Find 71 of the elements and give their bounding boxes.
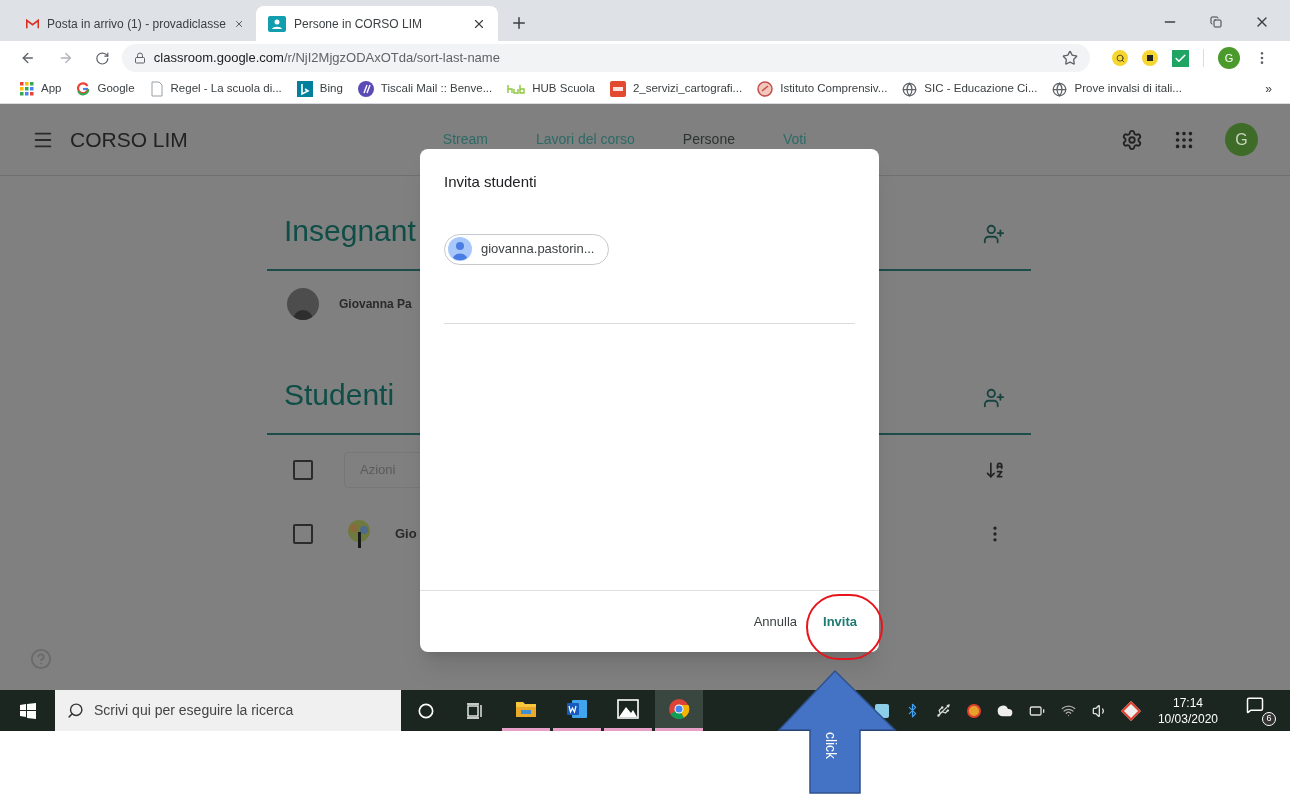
search-icon xyxy=(67,702,84,719)
folder-icon xyxy=(515,700,537,718)
dialog-button[interactable]: Invita xyxy=(817,607,863,636)
tray-warning-icon[interactable] xyxy=(966,703,981,718)
bookmark-item[interactable]: Google xyxy=(76,80,135,98)
star-icon[interactable] xyxy=(1062,50,1078,66)
bookmark-item[interactable]: Tiscali Mail :: Benve... xyxy=(357,80,493,98)
tab-title: Persone in CORSO LIM xyxy=(294,15,424,33)
bookmark-item[interactable]: Regel - La scuola di... xyxy=(149,80,282,98)
bookmark-item[interactable]: App xyxy=(20,80,62,98)
back-icon[interactable] xyxy=(20,50,36,66)
page-icon xyxy=(149,81,164,97)
profile-avatar[interactable]: G xyxy=(1218,47,1240,69)
settings-icon[interactable] xyxy=(1121,128,1143,151)
person-avatar-icon xyxy=(448,237,472,261)
globe-icon xyxy=(902,81,918,97)
bookmark-item[interactable]: SIC - Educazione Ci... xyxy=(902,80,1038,98)
globe-icon xyxy=(1052,81,1068,97)
apps-grid-icon xyxy=(20,82,34,96)
checkbox[interactable] xyxy=(293,524,313,544)
message-icon xyxy=(1246,695,1264,714)
notification-count: 6 xyxy=(1262,711,1276,726)
add-person-icon[interactable] xyxy=(983,223,1005,245)
slash-circle-icon xyxy=(357,81,374,97)
section-heading: Insegnant xyxy=(284,213,416,249)
browser-tab[interactable]: Persone in CORSO LIM xyxy=(256,6,498,41)
hub-logo-icon xyxy=(507,84,526,94)
wifi-icon[interactable] xyxy=(1060,703,1076,718)
person-name: Gio xyxy=(395,525,417,544)
section-heading: Studenti xyxy=(284,377,395,413)
dialog-button[interactable]: Annulla xyxy=(747,607,804,636)
account-avatar[interactable]: G xyxy=(1225,123,1258,156)
checkbox[interactable] xyxy=(293,460,313,480)
person-avatar xyxy=(287,288,319,320)
task-view-icon[interactable] xyxy=(466,702,484,719)
bookmark-item[interactable]: Bing xyxy=(296,80,343,98)
checkmark-extension-icon[interactable] xyxy=(1172,49,1189,67)
usb-icon[interactable] xyxy=(935,703,951,718)
people-icon xyxy=(268,15,286,32)
round-logo-icon xyxy=(757,81,774,97)
chrome-logo-icon xyxy=(668,698,690,720)
pdf-file-icon xyxy=(609,81,626,97)
picture-icon xyxy=(617,699,639,719)
lock-icon xyxy=(133,52,146,64)
url-text: classroom.google.com/r/NjI2MjgzODAxOTda/sort-last-name xyxy=(153,49,500,68)
extension-icon[interactable] xyxy=(1112,50,1128,66)
bookmark-item[interactable]: 2_servizi_cartografi... xyxy=(609,80,743,98)
bookmark-item[interactable]: Istituto Comprensiv... xyxy=(757,80,888,98)
address-field[interactable]: classroom.google.com/r/NjI2MjgzODAxOTda/sort-last-name xyxy=(121,44,1090,72)
google-g-icon xyxy=(76,82,91,96)
clock[interactable]: 17:14 10/03/2020 xyxy=(1157,694,1218,727)
person-name: Giovanna Pa xyxy=(339,296,412,313)
sort-icon[interactable] xyxy=(985,460,1005,480)
bing-icon xyxy=(296,81,313,97)
annotation-label: click xyxy=(822,731,841,760)
taskbar-search-field[interactable]: Scrivi qui per eseguire la ricerca xyxy=(55,690,401,731)
extension-icon[interactable] xyxy=(1142,50,1158,66)
bookmark-item[interactable]: HUB Scuola xyxy=(507,80,595,98)
reload-icon[interactable] xyxy=(95,50,110,66)
new-tab-icon[interactable] xyxy=(510,14,528,32)
bookmark-item[interactable]: Prove invalsi di itali... xyxy=(1052,80,1182,98)
notifications-button[interactable]: 6 xyxy=(1246,695,1276,726)
course-title: CORSO LIM xyxy=(70,126,188,153)
dialog-title: Invita studenti xyxy=(444,172,538,192)
restore-icon[interactable] xyxy=(1210,16,1222,28)
more-bookmarks-button[interactable]: » xyxy=(1265,80,1272,98)
tab-title: Posta in arrivo (1) - provadiclasse xyxy=(47,15,226,33)
windows-logo-icon xyxy=(19,702,36,719)
add-person-icon[interactable] xyxy=(983,387,1005,409)
mail-icon xyxy=(26,16,40,31)
document-app-icon xyxy=(566,699,588,719)
